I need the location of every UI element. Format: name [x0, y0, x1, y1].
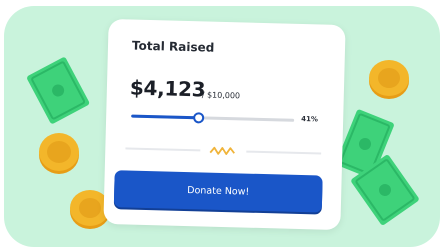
amount-raised: $4,123 [129, 75, 206, 102]
progress-handle[interactable] [192, 112, 205, 124]
gold-coin-icon [39, 133, 79, 174]
dollar-bill-icon [351, 155, 419, 225]
gold-coin-icon [369, 60, 409, 99]
dollar-bill-icon [27, 57, 90, 124]
progress-fill [131, 114, 199, 120]
goal-amount: / $10,000 [201, 90, 241, 101]
fundraiser-card: Total Raised $4,123 / $10,000 41% Donate… [103, 18, 346, 231]
progress-track [131, 112, 295, 124]
progress-percent: 41% [301, 115, 319, 124]
wave-divider-icon [125, 146, 322, 155]
card-title: Total Raised [131, 38, 215, 55]
donate-now-button[interactable]: Donate Now! [113, 170, 323, 213]
